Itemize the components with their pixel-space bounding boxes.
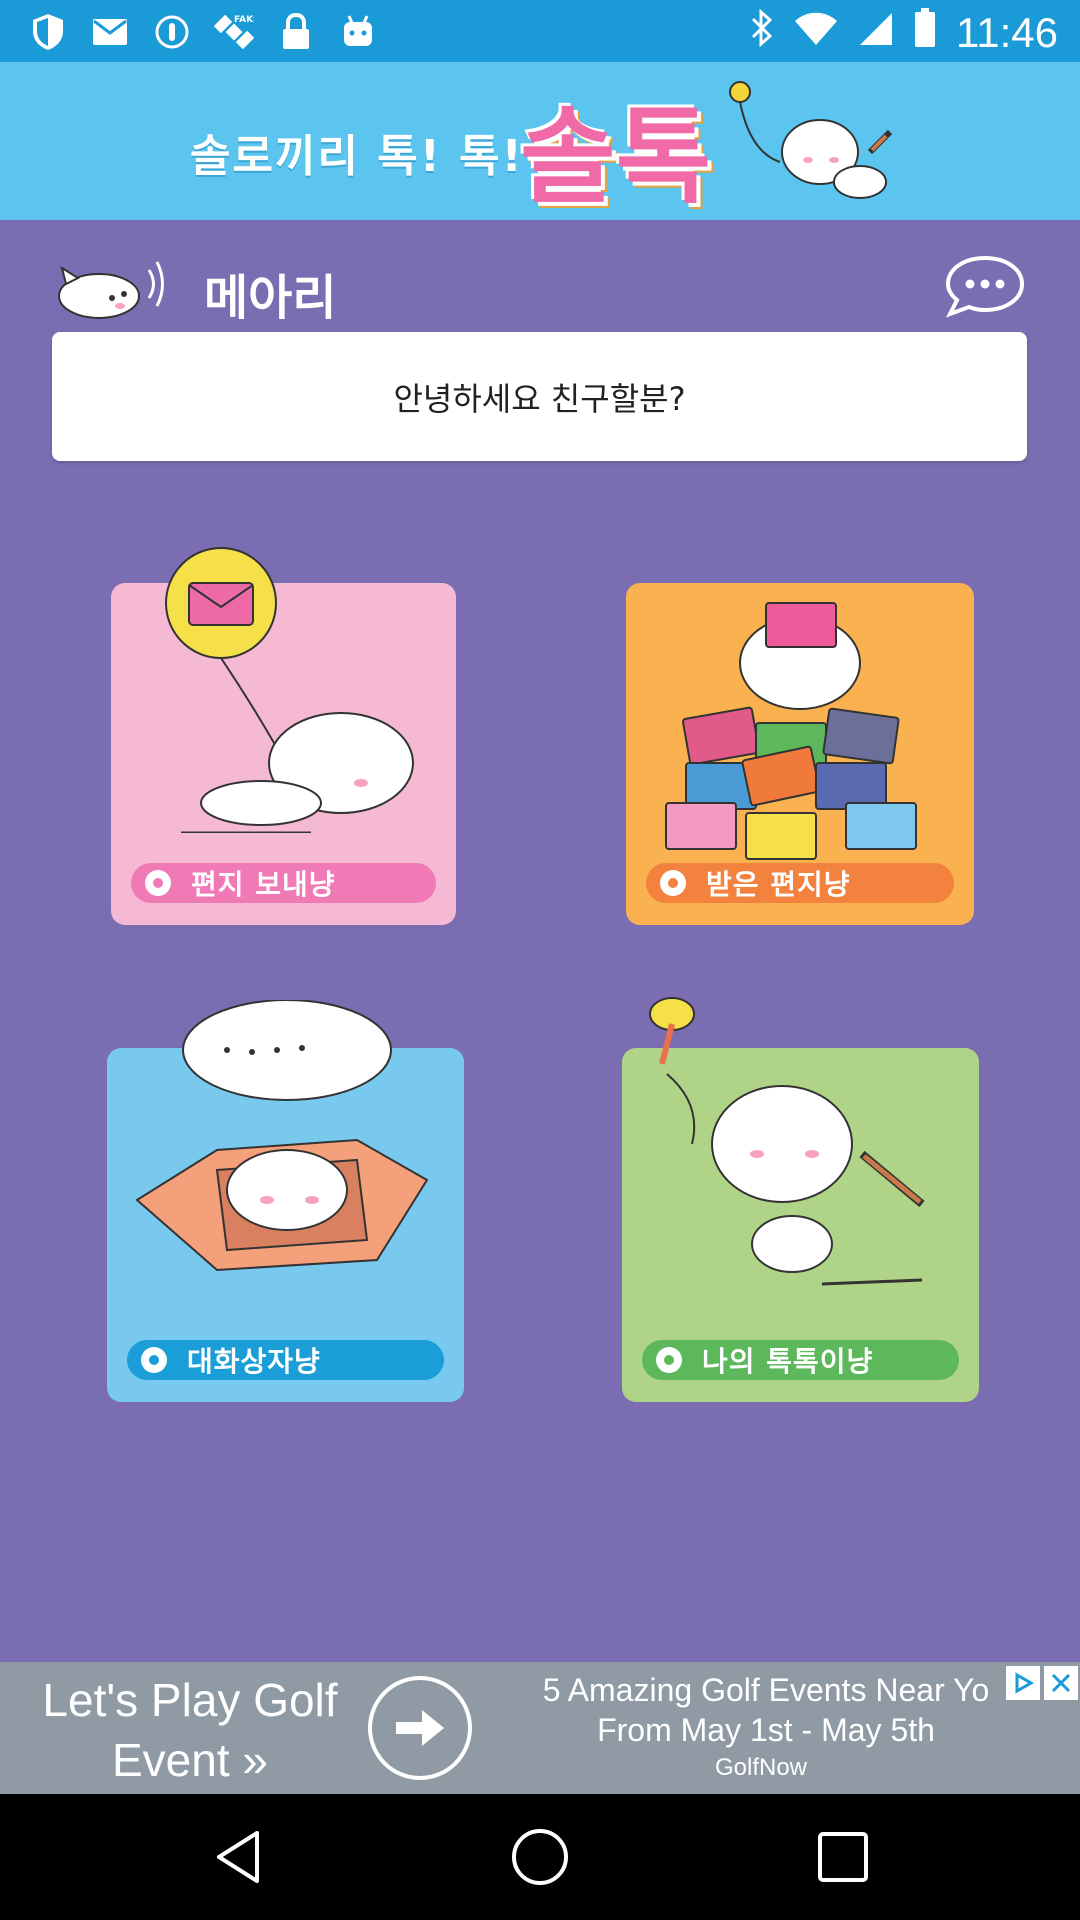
signal-icon [858, 9, 894, 57]
chat-box-label: 대화상자냥 [127, 1340, 444, 1380]
ad-banner[interactable]: Let's Play Golf Event » 5 Amazing Golf E… [0, 1662, 1080, 1794]
ad-close-icon[interactable] [1044, 1666, 1078, 1700]
ad-source: GolfNow [714, 1754, 808, 1781]
app-banner: 솔로끼리 톡! 톡! 솔톡 [0, 62, 1080, 220]
received-letters-button[interactable]: 받은 편지냥 [626, 583, 974, 925]
letter-pile-cat-illustration [665, 602, 917, 860]
received-letters-label: 받은 편지냥 [646, 863, 954, 903]
navigation-bar [0, 1794, 1080, 1920]
my-toktok-button[interactable]: 나의 톡톡이냥 [622, 997, 979, 1402]
chat-box-button[interactable]: 대화상자냥 [107, 1000, 464, 1402]
info-icon [152, 12, 192, 52]
lock-icon [276, 12, 316, 52]
send-letter-button[interactable]: 편지 보내냥 [111, 547, 456, 925]
app-logo: 솔톡 [520, 96, 712, 218]
arrow-right-icon[interactable] [368, 1676, 472, 1780]
back-icon[interactable] [205, 1824, 271, 1890]
home-icon[interactable] [507, 1824, 573, 1890]
banner-tagline: 솔로끼리 톡! 톡! [190, 131, 524, 182]
bluetooth-icon [750, 8, 774, 57]
wifi-icon [794, 9, 838, 57]
ad-headline: 5 Amazing Golf Events Near Yo From May 1… [542, 1672, 990, 1748]
balloon-cat-illustration [165, 547, 414, 833]
ad-choices-icon[interactable] [1006, 1666, 1040, 1700]
fake-gps-icon: FAKE [214, 12, 254, 52]
shield-icon [28, 12, 68, 52]
mail-icon [90, 12, 130, 52]
chat-bubble-icon[interactable] [944, 254, 1026, 318]
profile-cat-icon [58, 261, 164, 319]
profile-name: 메아리 [204, 270, 337, 326]
greeting-message: 안녕하세요 친구할분? [52, 332, 1027, 461]
box-cat-illustration [135, 1000, 429, 1272]
android-icon [338, 12, 378, 52]
recents-icon[interactable] [810, 1824, 876, 1890]
radio-dot-icon [656, 1347, 682, 1373]
ad-left-text: Let's Play Golf Event » [42, 1674, 338, 1786]
clock: 11:46 [956, 9, 1058, 56]
battery-icon [914, 8, 936, 58]
svg-text:FAKE: FAKE [234, 15, 254, 25]
radio-dot-icon [141, 1347, 167, 1373]
jumping-cat-illustration [649, 997, 925, 1286]
send-letter-label: 편지 보내냥 [131, 863, 436, 903]
banner-cat-illustration [729, 81, 893, 199]
radio-dot-icon [145, 870, 171, 896]
my-toktok-label: 나의 톡톡이냥 [642, 1340, 959, 1380]
radio-dot-icon [660, 870, 686, 896]
status-bar: FAKE 11:46 [0, 0, 1080, 62]
